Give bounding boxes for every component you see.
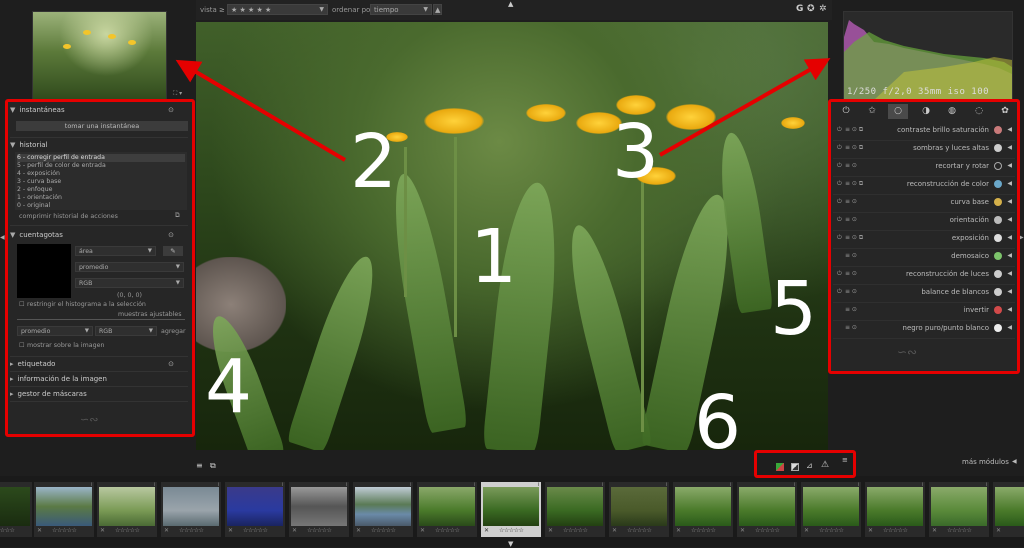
annotation-number-2: 2 xyxy=(350,119,398,205)
annotation-number-4: 4 xyxy=(205,344,253,430)
arrow-to-histogram xyxy=(659,58,831,157)
annotation-number-5: 5 xyxy=(770,266,818,352)
annotation-number-6: 6 xyxy=(694,380,742,466)
annotation-number-3: 3 xyxy=(612,109,660,195)
annotation-number-1: 1 xyxy=(470,214,518,300)
arrow-to-thumbnail xyxy=(175,59,347,162)
